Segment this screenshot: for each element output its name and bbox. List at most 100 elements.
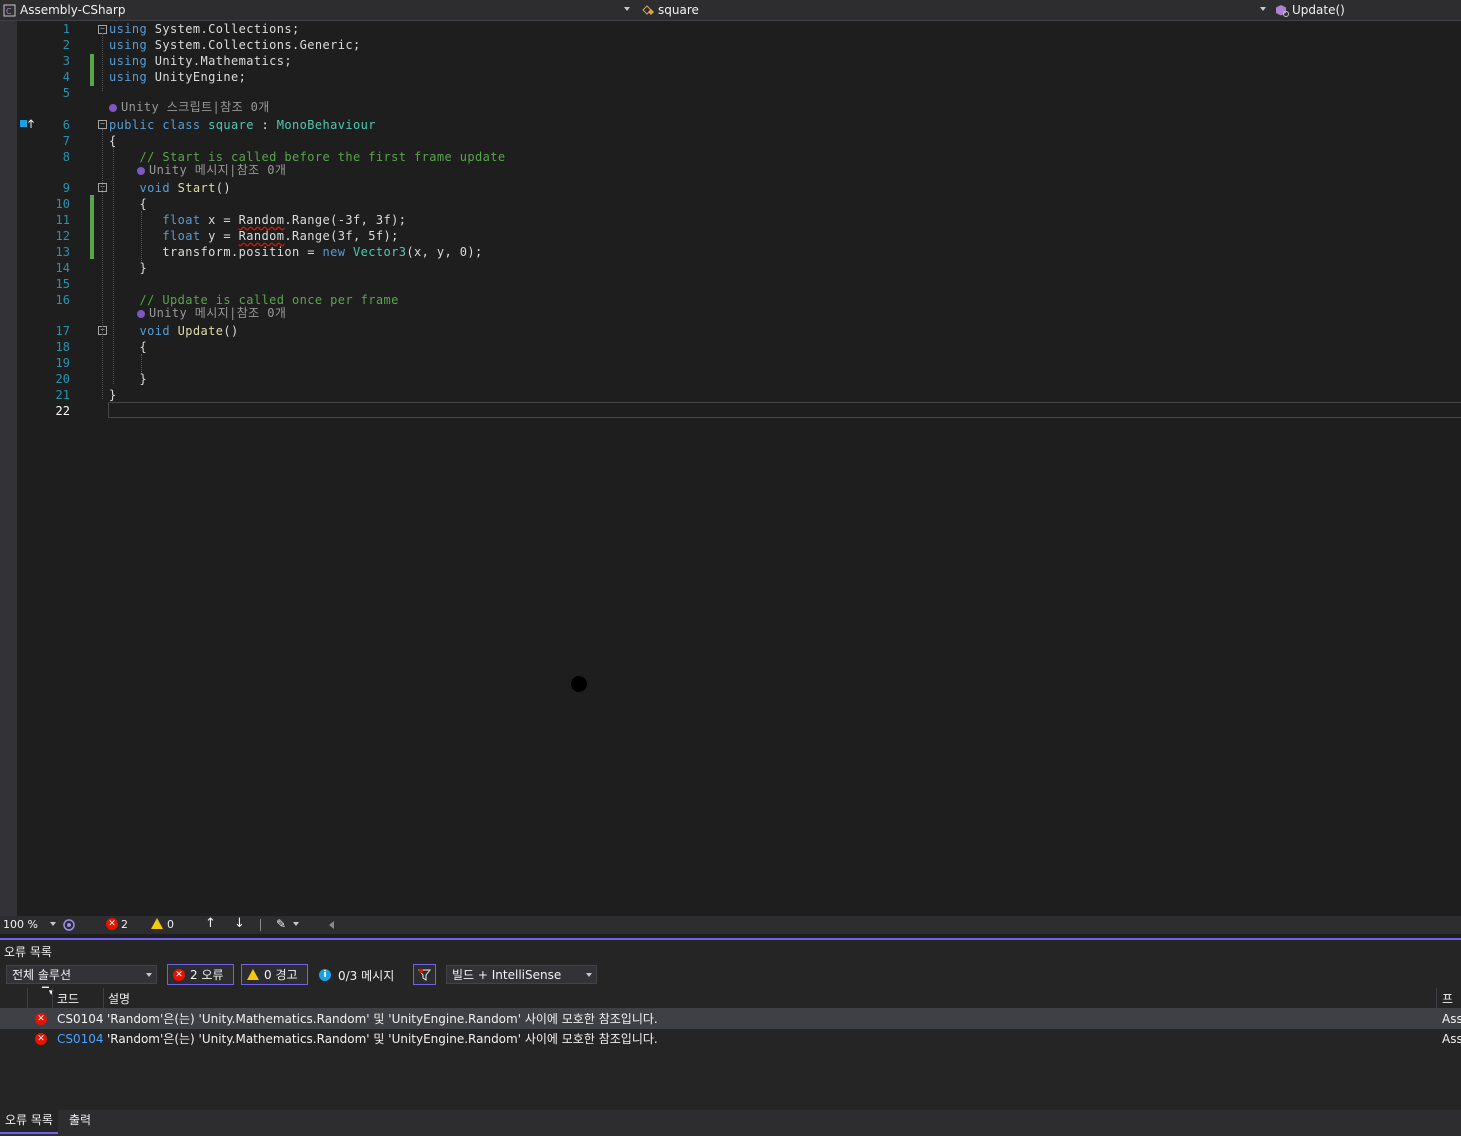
member-dropdown[interactable]: Update() (1272, 0, 1461, 20)
error-project: Ass (1442, 1032, 1461, 1046)
code-text[interactable]: } (109, 387, 117, 403)
code-text[interactable]: void Update() (109, 323, 239, 339)
code-text[interactable]: } (109, 371, 147, 387)
code-line[interactable]: 6 public class square : MonoBehaviour (0, 117, 1461, 133)
code-line[interactable]: 20 } (0, 371, 1461, 387)
code-line[interactable]: 3 using Unity.Mathematics; (0, 53, 1461, 69)
tab-output[interactable]: 출력 (64, 1110, 96, 1132)
health-icon[interactable] (62, 918, 76, 932)
column-description[interactable]: 설명 (108, 990, 130, 1007)
warning-icon (247, 969, 259, 980)
unity-icon (137, 309, 145, 318)
class-dropdown[interactable]: square (638, 0, 1270, 20)
error-code: CS0104 (57, 1012, 104, 1026)
error-squiggle: Random (238, 213, 285, 227)
code-text[interactable]: float y = Random.Range(3f, 5f); (109, 228, 399, 244)
line-number: 12 (55, 229, 70, 243)
code-token: } (109, 388, 117, 402)
code-line[interactable]: 15 (0, 276, 1461, 292)
column-code[interactable]: 코드 (57, 990, 79, 1007)
zoom-level[interactable]: 100 % (3, 918, 38, 931)
arrow-up-icon[interactable]: ↑ (205, 916, 216, 931)
codelens-message[interactable]: Unity 메시지|참조 0개 (137, 305, 286, 321)
code-line[interactable]: 18 { (0, 339, 1461, 355)
code-line[interactable]: 11 float x = Random.Range(-3f, 3f); (0, 212, 1461, 228)
code-line[interactable]: 4 using UnityEngine; (0, 69, 1461, 85)
error-icon: ✕ (35, 1013, 47, 1025)
code-line[interactable]: 19 (0, 355, 1461, 371)
code-text[interactable]: float x = Random.Range(-3f, 3f); (109, 212, 406, 228)
tab-error-list[interactable]: 오류 목록 (0, 1110, 58, 1134)
warning-count[interactable]: 0 (167, 918, 174, 931)
info-icon: i (319, 969, 331, 981)
warnings-filter-button[interactable]: 0 경고 (241, 964, 308, 985)
code-line[interactable]: 17 void Update() (0, 323, 1461, 339)
navigation-bar: C Assembly-CSharp square Update() (0, 0, 1461, 21)
code-token: Update (177, 324, 224, 338)
messages-filter-button[interactable]: i 0/3 메시지 (319, 964, 394, 986)
code-token: } (109, 261, 148, 275)
codelens-script[interactable]: Unity 스크립트|참조 0개 (109, 99, 270, 115)
code-token: .Range(3f, 5f); (284, 229, 399, 243)
code-token: y = (200, 229, 239, 243)
code-token: using (109, 54, 148, 68)
code-text[interactable]: { (109, 339, 147, 355)
code-text[interactable]: using System.Collections.Generic; (109, 37, 361, 53)
chevron-down-icon[interactable] (293, 922, 299, 926)
code-line[interactable]: 12 float y = Random.Range(3f, 5f); (0, 228, 1461, 244)
code-text[interactable]: transform.position = new Vector3(x, y, 0… (109, 244, 483, 260)
code-text[interactable]: } (109, 260, 147, 276)
errors-filter-button[interactable]: ✕ 2 오류 (167, 964, 234, 985)
code-line[interactable]: 1 using System.Collections; (0, 21, 1461, 37)
line-number: 10 (55, 197, 70, 211)
arrow-down-icon[interactable]: ↓ (234, 916, 245, 931)
code-token: { (109, 134, 117, 148)
brush-icon[interactable]: ✎ (276, 917, 286, 931)
codelens-message[interactable]: Unity 메시지|참조 0개 (137, 162, 286, 178)
code-line[interactable]: 7{ (0, 133, 1461, 149)
project-dropdown[interactable]: C Assembly-CSharp (0, 0, 634, 20)
error-code-link[interactable]: CS0104 (57, 1029, 104, 1049)
code-text[interactable]: using Unity.Mathematics; (109, 53, 292, 69)
build-filter-select[interactable]: 빌드 + IntelliSense (446, 965, 597, 984)
code-token: square (208, 118, 254, 132)
chevron-down-icon (1260, 7, 1266, 11)
current-line-highlight (108, 402, 1461, 418)
chevron-down-icon (624, 7, 630, 11)
code-token: Vector3 (353, 245, 407, 259)
scope-select[interactable]: 전체 솔루션 (6, 965, 157, 984)
filter-icon (418, 969, 431, 981)
code-line[interactable]: 14 } (0, 260, 1461, 276)
code-text[interactable]: using UnityEngine; (109, 69, 246, 85)
code-line[interactable]: 21} (0, 387, 1461, 403)
filter-toggle-button[interactable] (413, 964, 436, 985)
code-text[interactable]: void Start() (109, 180, 231, 196)
code-text[interactable]: public class square : MonoBehaviour (109, 117, 376, 133)
error-row[interactable]: ✕ CS0104 'Random'은(는) 'Unity.Mathematics… (0, 1029, 1461, 1049)
error-count[interactable]: 2 (121, 918, 128, 931)
scroll-left-icon[interactable] (329, 921, 334, 929)
code-text[interactable]: { (109, 196, 147, 212)
error-icon: ✕ (35, 1033, 47, 1045)
code-token: () (223, 324, 239, 338)
code-line[interactable]: 9 void Start() (0, 180, 1461, 196)
code-token: } (109, 372, 148, 386)
code-editor[interactable]: − − − − 1 using System.Collections; 2 using… (0, 21, 1461, 916)
line-number: 15 (55, 277, 70, 291)
code-token: float (162, 213, 201, 227)
code-text[interactable]: { (109, 133, 117, 149)
method-icon (1276, 4, 1289, 17)
warning-icon (151, 918, 163, 929)
code-token: using (109, 22, 148, 36)
code-token: () (215, 181, 231, 195)
error-row[interactable]: ✕ CS0104 'Random'은(는) 'Unity.Mathematics… (0, 1009, 1461, 1029)
code-line[interactable]: 2 using System.Collections.Generic; (0, 37, 1461, 53)
code-text[interactable]: using System.Collections; (109, 21, 300, 37)
code-line[interactable]: 13 transform.position = new Vector3(x, y… (0, 244, 1461, 260)
panel-tabs: 오류 목록 출력 (0, 1110, 1461, 1136)
line-number: 3 (62, 54, 70, 68)
code-line[interactable]: 10 { (0, 196, 1461, 212)
chevron-down-icon[interactable] (50, 922, 56, 926)
line-number: 11 (55, 213, 70, 227)
